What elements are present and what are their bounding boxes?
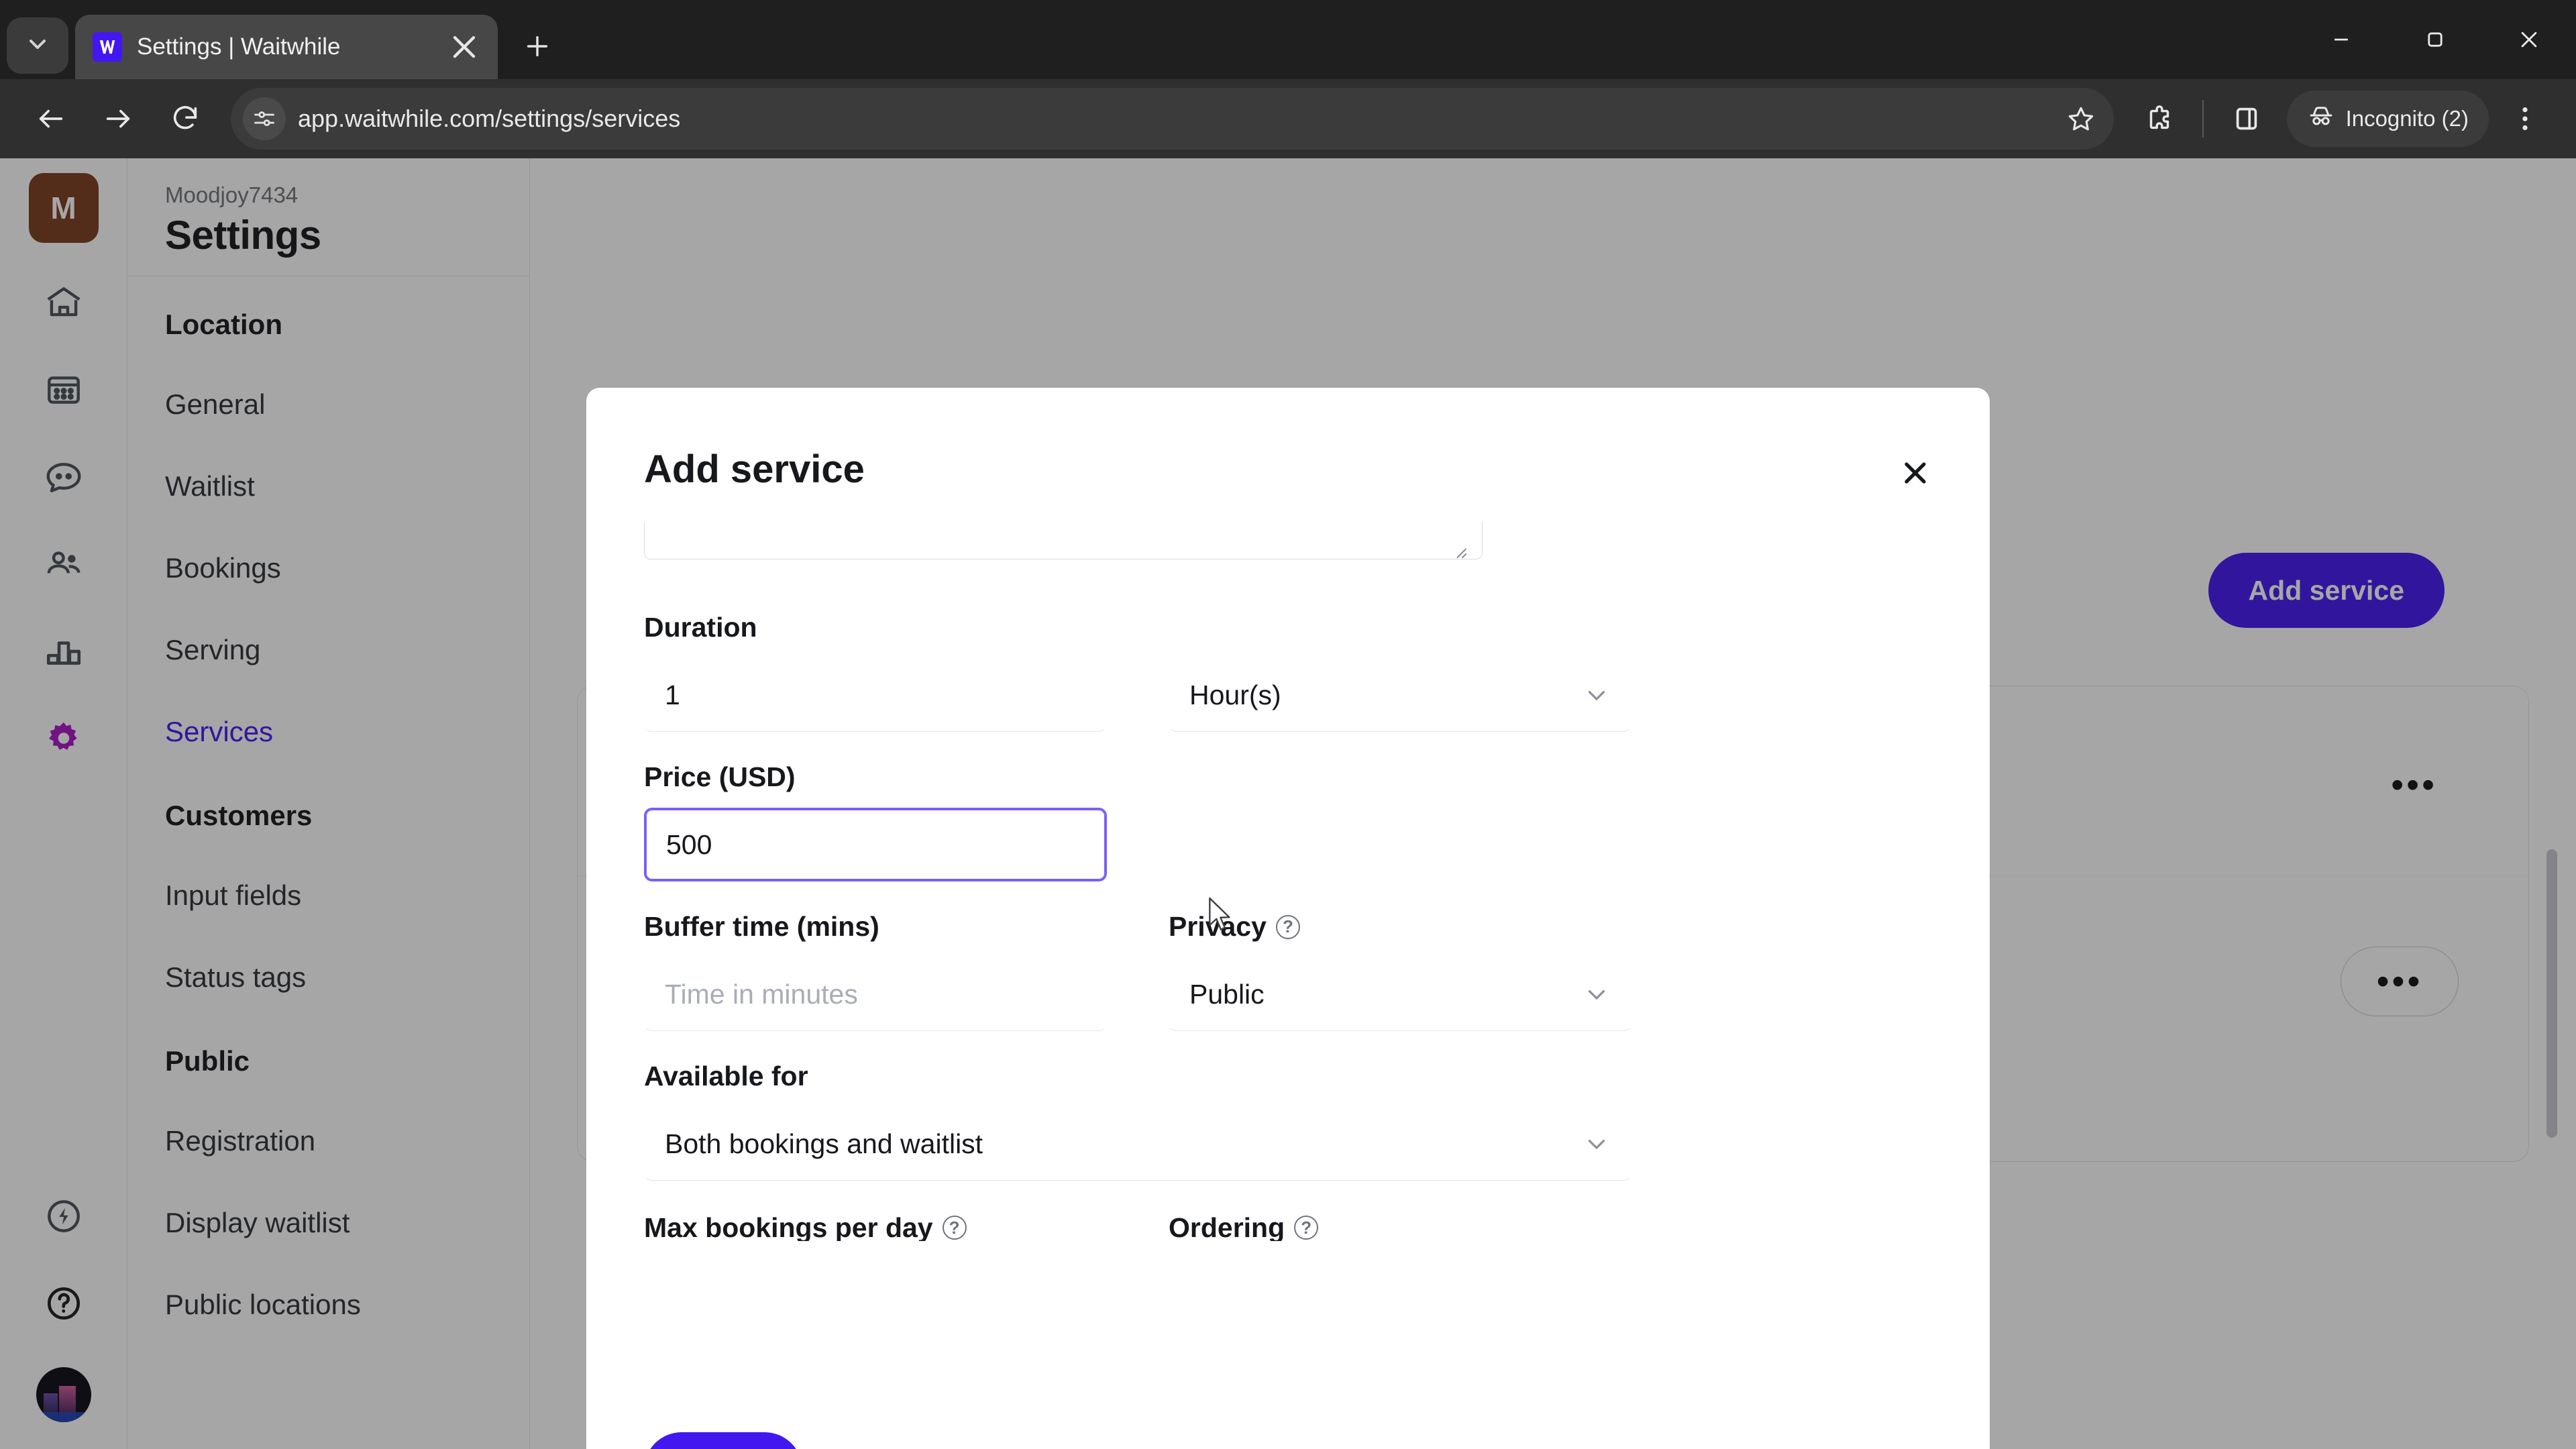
chevron-down-icon — [1582, 980, 1611, 1008]
max-bookings-label: Max bookings per day ? — [644, 1214, 1107, 1241]
buffer-time-placeholder: Time in minutes — [665, 978, 858, 1010]
privacy-value: Public — [1189, 978, 1265, 1010]
minimize-icon[interactable] — [2294, 0, 2388, 79]
browser-window: Settings | Waitwhile app.waitwhile.com/s… — [0, 0, 2576, 1449]
privacy-select[interactable]: Public — [1169, 957, 1631, 1031]
tab-strip: Settings | Waitwhile — [0, 0, 2576, 79]
max-bookings-label-text: Max bookings per day — [644, 1214, 933, 1241]
description-textarea-clipped[interactable] — [644, 522, 1932, 582]
chevron-down-icon — [1582, 681, 1611, 709]
duration-unit-select[interactable]: Hour(s) — [1169, 658, 1631, 732]
dialog-header: Add service — [586, 388, 1990, 522]
back-arrow-icon[interactable] — [20, 88, 82, 150]
tab-search-button[interactable] — [7, 17, 68, 74]
ordering-label: Ordering ? — [1169, 1214, 1631, 1241]
reload-icon[interactable] — [154, 88, 216, 150]
window-close-icon[interactable] — [2482, 0, 2576, 79]
profile-label: Incognito (2) — [2345, 106, 2469, 131]
buffer-privacy-row: Buffer time (mins) Time in minutes Priva… — [644, 911, 1932, 1031]
waitwhile-logo-icon — [93, 32, 122, 62]
privacy-label: Privacy ? — [1169, 911, 1631, 943]
duration-value-input[interactable]: 1 — [644, 658, 1107, 732]
dialog-title: Add service — [644, 447, 865, 491]
maximize-icon[interactable] — [2388, 0, 2482, 79]
url-text: app.waitwhile.com/settings/services — [298, 105, 681, 132]
toolbar-divider — [2202, 100, 2204, 138]
new-tab-button[interactable] — [513, 21, 562, 71]
duration-unit-value: Hour(s) — [1189, 679, 1281, 710]
available-for-label: Available for — [644, 1061, 808, 1091]
kebab-menu-icon[interactable] — [2494, 88, 2556, 150]
dialog-footer: Save — [586, 1393, 1990, 1449]
available-for-value: Both bookings and waitlist — [665, 1128, 983, 1159]
price-label: Price (USD) — [644, 761, 796, 792]
browser-tab[interactable]: Settings | Waitwhile — [75, 15, 498, 79]
profile-chip[interactable]: Incognito (2) — [2286, 91, 2489, 147]
buffer-time-label: Buffer time (mins) — [644, 911, 879, 942]
clipped-fields-row: Max bookings per day ? Ordering ? — [644, 1214, 1932, 1241]
duration-field-group: Duration 1 Hour(s) — [644, 612, 1932, 732]
help-circle-icon[interactable]: ? — [1275, 914, 1300, 939]
forward-arrow-icon[interactable] — [87, 88, 149, 150]
duration-label: Duration — [644, 612, 757, 643]
address-bar[interactable]: app.waitwhile.com/settings/services — [231, 88, 2114, 150]
side-panel-icon[interactable] — [2216, 88, 2277, 150]
star-icon[interactable] — [2057, 95, 2104, 142]
incognito-icon — [2307, 102, 2335, 136]
save-button[interactable]: Save — [644, 1432, 802, 1449]
privacy-label-text: Privacy — [1169, 911, 1267, 942]
price-field-group: Price (USD) 500 — [644, 761, 1932, 881]
tune-settings-icon[interactable] — [243, 97, 286, 140]
puzzle-piece-icon[interactable] — [2129, 88, 2190, 150]
close-icon[interactable] — [1892, 449, 1939, 496]
add-service-dialog: Add service Duration 1 Hour(s) Price (US… — [586, 388, 1990, 1449]
chevron-down-icon — [1582, 1130, 1611, 1158]
close-icon[interactable] — [448, 31, 480, 63]
buffer-time-input[interactable]: Time in minutes — [644, 957, 1107, 1031]
tab-title: Settings | Waitwhile — [137, 34, 341, 60]
price-input[interactable]: 500 — [644, 808, 1107, 881]
resize-grip-icon[interactable] — [1449, 541, 1469, 561]
browser-toolbar: app.waitwhile.com/settings/services Inco… — [0, 79, 2576, 158]
available-for-select[interactable]: Both bookings and waitlist — [644, 1107, 1631, 1181]
ordering-label-text: Ordering — [1169, 1214, 1285, 1241]
help-circle-icon[interactable]: ? — [1294, 1216, 1319, 1240]
available-for-field-group: Available for Both bookings and waitlist — [644, 1061, 1932, 1181]
window-controls — [2294, 0, 2576, 79]
page-viewport: M Moodjoy7434 Settings Location General … — [0, 158, 2576, 1449]
dialog-body: Duration 1 Hour(s) Price (USD) 500 Buffe… — [586, 522, 1990, 1393]
help-circle-icon[interactable]: ? — [942, 1216, 967, 1240]
chevron-down-icon — [24, 31, 51, 61]
